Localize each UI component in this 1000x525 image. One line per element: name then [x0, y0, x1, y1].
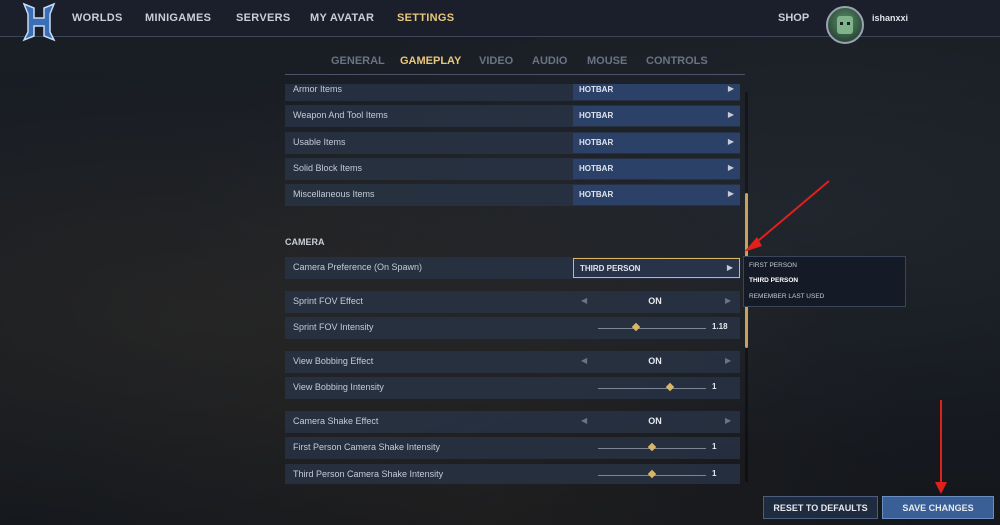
setting-row-view-bobbing-effect: View Bobbing Effect ◀ ON ▶	[285, 351, 740, 373]
setting-row-sprint-fov-effect: Sprint FOV Effect ◀ ON ▶	[285, 291, 740, 313]
select-value: HOTBAR	[579, 111, 614, 120]
slider-value: 1.18	[712, 322, 728, 331]
setting-row-sprint-fov-intensity: Sprint FOV Intensity 1.18	[285, 317, 740, 339]
setting-row-weapon-tool-items: Weapon And Tool Items HOTBAR ▶	[285, 105, 740, 127]
nav-my-avatar[interactable]: MY AVATAR	[310, 12, 374, 24]
avatar-face-icon	[837, 16, 853, 34]
usable-items-select[interactable]: HOTBAR ▶	[573, 133, 740, 153]
tab-controls[interactable]: CONTROLS	[646, 55, 708, 67]
setting-row-usable-items: Usable Items HOTBAR ▶	[285, 132, 740, 154]
setting-label: Sprint FOV Effect	[293, 296, 363, 306]
slider-value: 1	[712, 442, 717, 451]
toggle-value: ON	[648, 296, 662, 306]
dropdown-option-remember-last-used[interactable]: REMEMBER LAST USED	[749, 293, 824, 300]
setting-label: View Bobbing Effect	[293, 356, 374, 366]
top-navigation-bar: WORLDS MINIGAMES SERVERS MY AVATAR SETTI…	[0, 0, 1000, 44]
dropdown-option-third-person[interactable]: THIRD PERSON	[749, 277, 798, 284]
setting-label: First Person Camera Shake Intensity	[293, 442, 441, 452]
slider-thumb[interactable]	[647, 442, 657, 452]
avatar[interactable]	[826, 6, 864, 44]
setting-row-first-person-shake-intensity: First Person Camera Shake Intensity 1	[285, 437, 740, 459]
slider-track[interactable]	[598, 388, 706, 389]
camera-preference-dropdown: FIRST PERSON THIRD PERSON REMEMBER LAST …	[743, 256, 906, 307]
setting-label: Camera Preference (On Spawn)	[293, 262, 423, 272]
tab-video[interactable]: VIDEO	[479, 55, 513, 67]
select-value: HOTBAR	[579, 138, 614, 147]
tab-general[interactable]: GENERAL	[331, 55, 385, 67]
setting-row-armor-items: Armor Items HOTBAR ▶	[285, 84, 740, 101]
chevron-right-icon: ▶	[726, 263, 733, 272]
setting-label: Third Person Camera Shake Intensity	[293, 469, 444, 479]
chevron-right-icon: ▶	[727, 189, 734, 198]
setting-row-miscellaneous-items: Miscellaneous Items HOTBAR ▶	[285, 184, 740, 206]
weapon-tool-items-select[interactable]: HOTBAR ▶	[573, 106, 740, 126]
chevron-right-icon: ▶	[727, 110, 734, 119]
slider-value: 1	[712, 469, 717, 478]
slider-thumb[interactable]	[647, 469, 657, 479]
select-value: HOTBAR	[579, 164, 614, 173]
nav-minigames[interactable]: MINIGAMES	[145, 12, 211, 24]
slider-thumb[interactable]	[666, 382, 675, 392]
chevron-right-icon[interactable]: ▶	[725, 416, 731, 425]
setting-row-third-person-shake-intensity: Third Person Camera Shake Intensity 1	[285, 464, 740, 484]
nav-servers[interactable]: SERVERS	[236, 12, 290, 24]
miscellaneous-items-select[interactable]: HOTBAR ▶	[573, 185, 740, 205]
game-logo-icon[interactable]	[22, 2, 56, 42]
username[interactable]: ishanxxi	[872, 13, 908, 23]
chevron-right-icon: ▶	[727, 84, 734, 93]
toggle-value: ON	[648, 416, 662, 426]
setting-row-camera-preference: Camera Preference (On Spawn) THIRD PERSO…	[285, 257, 740, 279]
camera-preference-select[interactable]: THIRD PERSON ▶	[573, 258, 740, 278]
setting-label: View Bobbing Intensity	[293, 382, 384, 392]
select-value: HOTBAR	[579, 85, 614, 94]
slider-track[interactable]	[598, 328, 706, 329]
slider-value: 1	[712, 382, 717, 391]
chevron-left-icon[interactable]: ◀	[581, 416, 587, 425]
reset-to-defaults-button[interactable]: RESET TO DEFAULTS	[763, 496, 878, 519]
setting-label: Usable Items	[293, 137, 346, 147]
setting-row-view-bobbing-intensity: View Bobbing Intensity 1	[285, 377, 740, 399]
setting-label: Armor Items	[293, 84, 343, 94]
setting-label: Sprint FOV Intensity	[293, 322, 374, 332]
setting-label: Solid Block Items	[293, 163, 363, 173]
slider-thumb[interactable]	[631, 322, 641, 332]
select-value: HOTBAR	[579, 190, 614, 199]
chevron-left-icon[interactable]: ◀	[581, 296, 587, 305]
setting-label: Miscellaneous Items	[293, 189, 375, 199]
toggle-value: ON	[648, 356, 662, 366]
dropdown-option-first-person[interactable]: FIRST PERSON	[749, 262, 797, 269]
settings-panel: Armor Items HOTBAR ▶ Weapon And Tool Ite…	[285, 84, 740, 484]
nav-shop[interactable]: SHOP	[778, 12, 809, 24]
nav-worlds[interactable]: WORLDS	[72, 12, 123, 24]
setting-label: Camera Shake Effect	[293, 416, 379, 426]
chevron-right-icon[interactable]: ▶	[725, 356, 731, 365]
section-title-camera: CAMERA	[285, 237, 325, 247]
armor-items-select[interactable]: HOTBAR ▶	[573, 84, 740, 100]
select-value: THIRD PERSON	[580, 264, 641, 273]
solid-block-items-select[interactable]: HOTBAR ▶	[573, 159, 740, 179]
settings-tabs: GENERAL GAMEPLAY VIDEO AUDIO MOUSE CONTR…	[285, 50, 745, 75]
tab-mouse[interactable]: MOUSE	[587, 55, 627, 67]
chevron-right-icon: ▶	[727, 163, 734, 172]
nav-settings[interactable]: SETTINGS	[397, 12, 454, 24]
save-changes-button[interactable]: SAVE CHANGES	[882, 496, 994, 519]
tab-audio[interactable]: AUDIO	[532, 55, 567, 67]
chevron-right-icon: ▶	[727, 137, 734, 146]
setting-label: Weapon And Tool Items	[293, 110, 388, 120]
chevron-left-icon[interactable]: ◀	[581, 356, 587, 365]
setting-row-solid-block-items: Solid Block Items HOTBAR ▶	[285, 158, 740, 180]
chevron-right-icon[interactable]: ▶	[725, 296, 731, 305]
setting-row-camera-shake-effect: Camera Shake Effect ◀ ON ▶	[285, 411, 740, 433]
tab-gameplay[interactable]: GAMEPLAY	[400, 55, 461, 67]
